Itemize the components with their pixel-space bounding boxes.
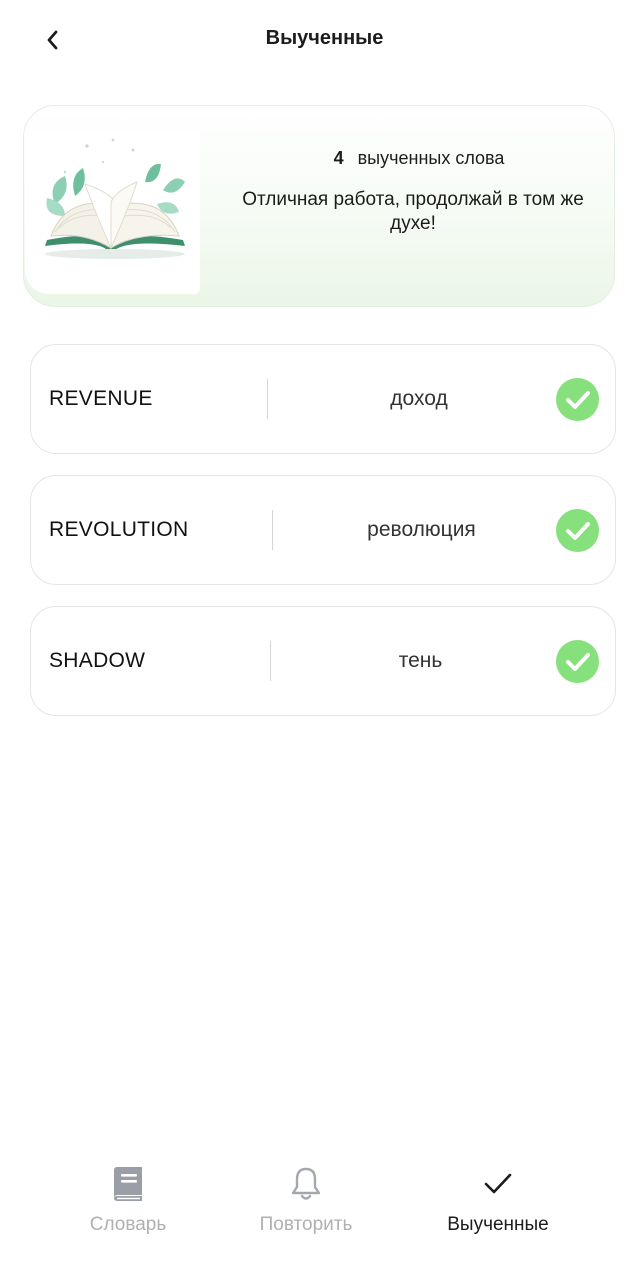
- word-card[interactable]: REVENUE доход: [30, 344, 616, 454]
- checkmark-icon: [565, 652, 590, 671]
- word-card[interactable]: REVOLUTION революция: [30, 475, 616, 585]
- learned-words-list: REVENUE доход REVOLUTION революция SHADO…: [30, 344, 616, 737]
- bottom-tab-bar: Словарь Повторить Выученные: [0, 1150, 639, 1280]
- book-icon: [108, 1164, 148, 1204]
- word-english: SHADOW: [49, 649, 146, 672]
- learned-check-button[interactable]: [556, 640, 599, 683]
- tab-learned-label: Выученные: [447, 1214, 549, 1235]
- bell-icon: [286, 1164, 326, 1204]
- top-bar: Выученные: [0, 0, 639, 80]
- card-divider: [272, 510, 273, 550]
- word-english: REVENUE: [49, 387, 153, 410]
- encouragement-message: Отличная работа, продолжай в том же духе…: [242, 189, 584, 234]
- learned-check-button[interactable]: [556, 509, 599, 552]
- card-divider: [270, 641, 271, 681]
- tab-learned[interactable]: Выученные: [443, 1164, 553, 1236]
- tab-dictionary-label: Словарь: [89, 1214, 167, 1235]
- learned-count: 4: [333, 148, 344, 168]
- word-translation: доход: [390, 387, 448, 410]
- learned-count-label: выученных слова: [357, 148, 505, 168]
- learned-check-button[interactable]: [556, 378, 599, 421]
- word-translation: революция: [367, 518, 476, 541]
- card-divider: [267, 379, 268, 419]
- open-book-illustration: [25, 132, 200, 294]
- word-translation: тень: [398, 649, 443, 672]
- tab-dictionary[interactable]: Словарь: [87, 1164, 169, 1236]
- tab-repeat-label: Повторить: [259, 1214, 353, 1235]
- learned-summary-banner: 4 выученных слова Отличная работа, продол…: [23, 105, 615, 307]
- word-card[interactable]: SHADOW тень: [30, 606, 616, 716]
- learned-count-row: 4 выученных слова: [224, 148, 614, 169]
- checkmark-icon: [478, 1164, 518, 1204]
- tab-repeat[interactable]: Повторить: [255, 1164, 357, 1236]
- word-english: REVOLUTION: [49, 518, 189, 541]
- checkmark-icon: [565, 390, 590, 409]
- page-title: Выученные: [265, 27, 384, 49]
- checkmark-icon: [565, 521, 590, 540]
